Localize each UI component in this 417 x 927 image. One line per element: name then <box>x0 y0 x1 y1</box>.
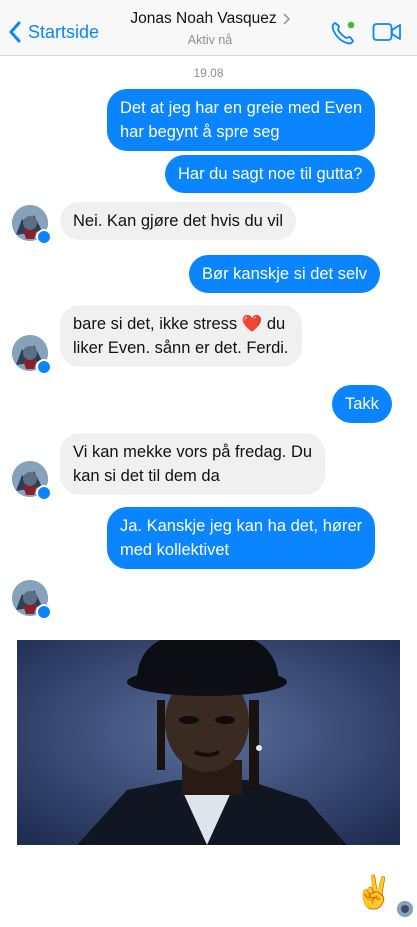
message-line: Vi kan mekke vors på fredag. Du <box>73 443 313 461</box>
contact-avatar[interactable] <box>12 580 52 620</box>
message-line: har begynt å spre seg <box>120 123 280 141</box>
message-outgoing[interactable]: Bør kanskje si det selv <box>189 255 381 293</box>
message-incoming[interactable]: bare si det, ikke stress ❤️ du liker Eve… <box>60 305 302 367</box>
message-line: liker Even. sånn er det. Ferdi. <box>73 339 289 357</box>
chevron-left-icon <box>9 21 21 43</box>
message-line: Har du sagt noe til gutta? <box>178 165 363 183</box>
message-incoming[interactable]: Nei. Kan gjøre det hvis du vil <box>60 202 297 240</box>
message-line: Det at jeg har en greie med Even <box>120 99 363 117</box>
message-outgoing[interactable]: Det at jeg har en greie med Even har beg… <box>107 89 376 151</box>
contact-avatar[interactable] <box>12 461 52 501</box>
message-outgoing[interactable]: Har du sagt noe til gutta? <box>165 155 376 193</box>
video-camera-icon[interactable] <box>372 22 402 42</box>
message-line: kan si det til dem da <box>73 467 220 485</box>
message-incoming[interactable]: Vi kan mekke vors på fredag. Du kan si d… <box>60 433 326 495</box>
messenger-badge-icon <box>36 229 52 245</box>
message-line: Nei. Kan gjøre det hvis du vil <box>73 212 284 230</box>
presence-status: Aktiv nå <box>187 33 233 47</box>
contact-avatar[interactable] <box>12 205 52 245</box>
gif-image <box>17 640 400 845</box>
messenger-badge-icon <box>36 485 52 501</box>
message-line: bare si det, ikke stress ❤️ du <box>73 315 286 333</box>
message-line: Bør kanskje si det selv <box>202 265 368 283</box>
read-receipt-avatar <box>397 901 413 917</box>
shared-image[interactable] <box>17 640 400 845</box>
messenger-badge-icon <box>36 604 52 620</box>
emoji-message[interactable]: ✌️ <box>354 874 394 910</box>
message-outgoing[interactable]: Ja. Kanskje jeg kan ha det, hører med ko… <box>107 507 376 569</box>
chevron-right-icon <box>283 13 290 25</box>
message-outgoing[interactable]: Takk <box>332 385 392 423</box>
message-line: Takk <box>345 395 379 413</box>
messenger-badge-icon <box>36 359 52 375</box>
contact-name[interactable]: Jonas Noah Vasquez <box>130 10 276 28</box>
phone-icon[interactable] <box>330 20 356 46</box>
back-button[interactable]: Startside <box>8 18 99 46</box>
contact-avatar[interactable] <box>12 335 52 375</box>
conversation-header: Startside Jonas Noah Vasquez Aktiv nå <box>0 0 417 56</box>
read-receipt-image <box>397 901 413 917</box>
back-label[interactable]: Startside <box>28 22 99 43</box>
date-separator: 19.08 <box>193 66 224 80</box>
message-line: Ja. Kanskje jeg kan ha det, hører <box>120 517 363 535</box>
contact-info[interactable]: Jonas Noah Vasquez Aktiv nå <box>120 10 300 47</box>
message-line: med kollektivet <box>120 541 230 559</box>
